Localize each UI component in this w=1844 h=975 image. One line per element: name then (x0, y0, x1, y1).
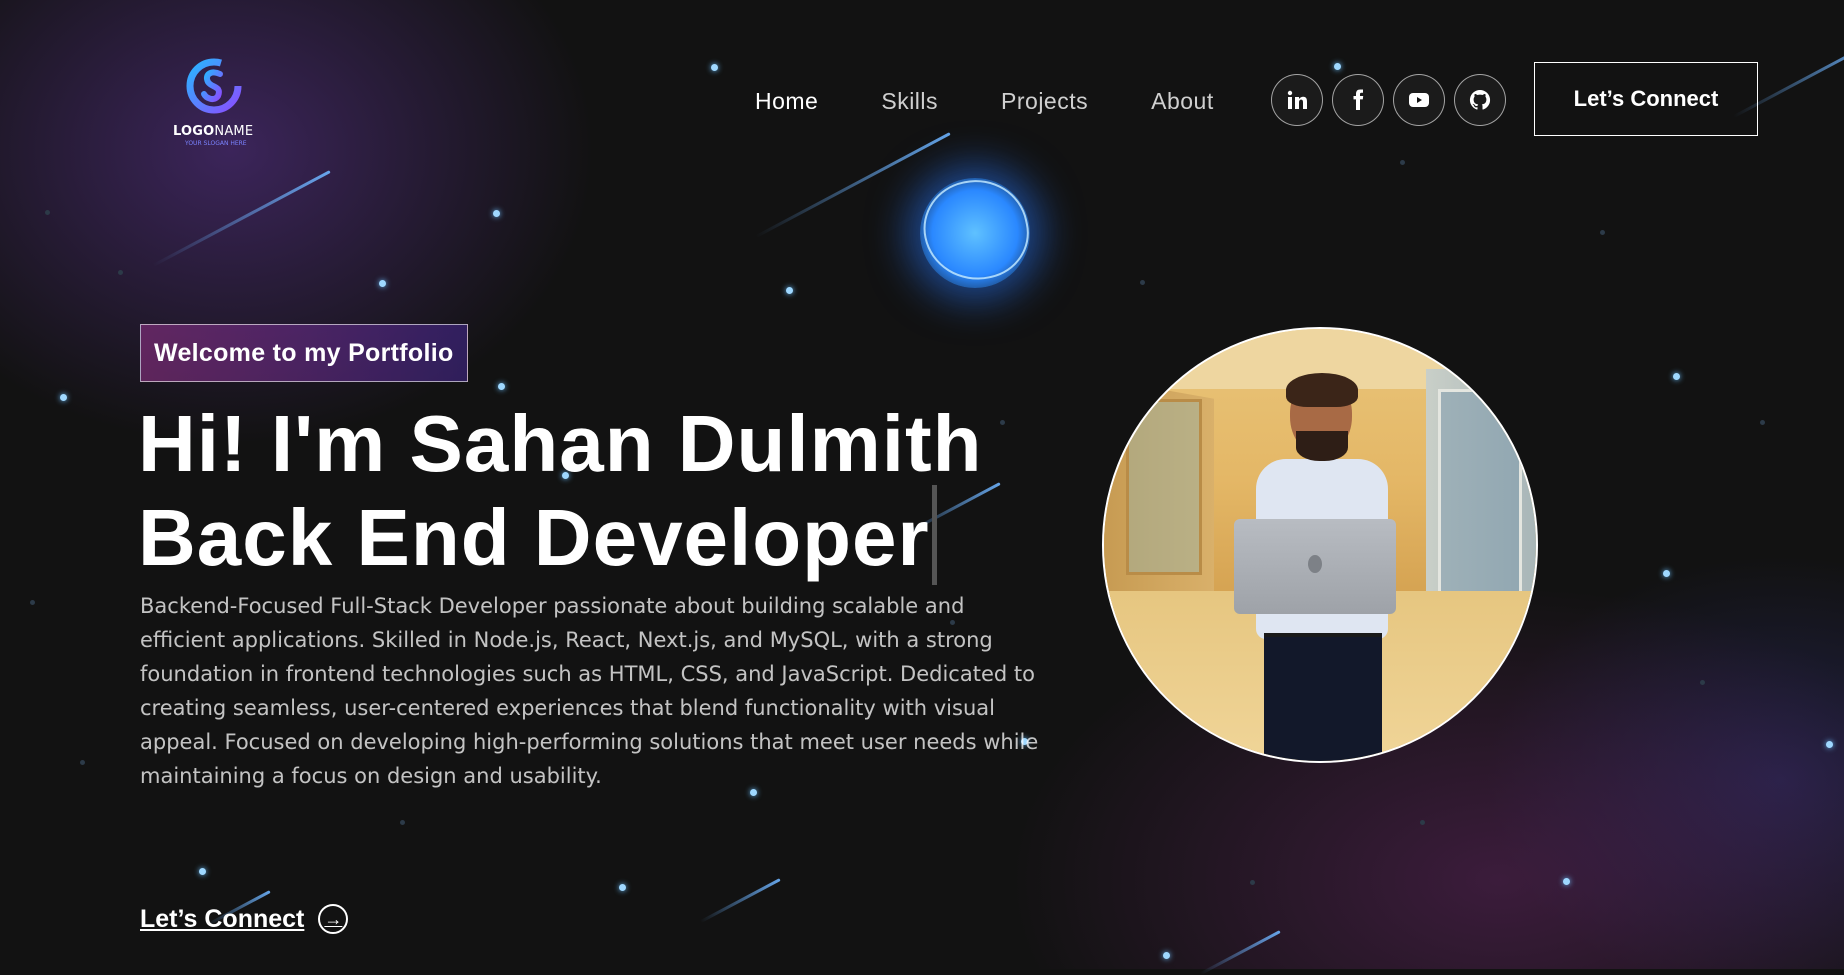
star (45, 210, 50, 215)
lets-connect-button[interactable]: Let’s Connect (1534, 62, 1758, 136)
star (1600, 230, 1605, 235)
star (1673, 373, 1680, 380)
nav-link-about[interactable]: About (1151, 88, 1214, 115)
person-beard (1296, 431, 1348, 461)
star (786, 287, 793, 294)
star (60, 394, 67, 401)
star (1250, 880, 1255, 885)
shooting-star (1199, 930, 1281, 975)
dollar-s-logo-icon (186, 58, 242, 114)
star (1163, 952, 1170, 959)
star (1420, 820, 1425, 825)
profile-photo (1102, 327, 1538, 763)
logo-text-bold: LOGO (173, 124, 215, 139)
star (498, 383, 505, 390)
star (379, 280, 386, 287)
linkedin-button[interactable] (1271, 74, 1323, 126)
star (30, 600, 35, 605)
star (118, 270, 123, 275)
star (80, 760, 85, 765)
person-hair (1286, 373, 1358, 407)
star (1826, 741, 1833, 748)
github-icon (1469, 89, 1491, 110)
nav-menu: Home Skills Projects About (755, 88, 1214, 115)
person (1220, 373, 1420, 761)
shooting-star (699, 878, 781, 924)
github-button[interactable] (1454, 74, 1506, 126)
youtube-icon (1409, 93, 1429, 107)
arrow-right-circle-icon: → (318, 904, 349, 934)
star (619, 884, 626, 891)
typing-caret (931, 485, 937, 585)
facebook-icon (1353, 89, 1364, 110)
apple-logo-icon (1308, 555, 1322, 573)
logo-text: LOGONAME (173, 124, 253, 139)
hero-lets-connect-link[interactable]: Let’s Connect → (140, 904, 349, 934)
nav-link-home[interactable]: Home (755, 88, 818, 115)
hero-heading-line1: Hi! I'm Sahan Dulmith (138, 399, 983, 488)
youtube-button[interactable] (1393, 74, 1445, 126)
photo-window-right (1438, 389, 1522, 595)
linkedin-icon (1287, 90, 1307, 109)
navbar: LOGONAME YOUR SLOGAN HERE Home Skills Pr… (0, 0, 1844, 200)
social-links (1271, 74, 1506, 126)
hero-heading-line2: Back End Developer (138, 493, 930, 582)
hero-description: Backend-Focused Full-Stack Developer pas… (140, 594, 1039, 788)
star (1663, 570, 1670, 577)
hero-lets-connect-label: Let’s Connect (140, 904, 305, 933)
facebook-button[interactable] (1332, 74, 1384, 126)
star (1140, 280, 1145, 285)
person-pants (1264, 637, 1382, 761)
logo[interactable]: LOGONAME YOUR SLOGAN HERE (170, 52, 270, 152)
star (1563, 878, 1570, 885)
hero-heading: Hi! I'm Sahan Dulmith Back End Developer (138, 403, 983, 585)
star (493, 210, 500, 217)
laptop (1234, 519, 1396, 614)
star (1760, 420, 1765, 425)
nav-link-skills[interactable]: Skills (881, 88, 938, 115)
nav-link-projects[interactable]: Projects (1001, 88, 1088, 115)
logo-text-light: NAME (214, 124, 254, 139)
star (1700, 680, 1705, 685)
welcome-tagline: Welcome to my Portfolio (140, 324, 468, 382)
photo-window-left (1126, 399, 1202, 575)
logo-slogan: YOUR SLOGAN HERE (185, 140, 247, 147)
star (199, 868, 206, 875)
star (1000, 420, 1005, 425)
star (400, 820, 405, 825)
